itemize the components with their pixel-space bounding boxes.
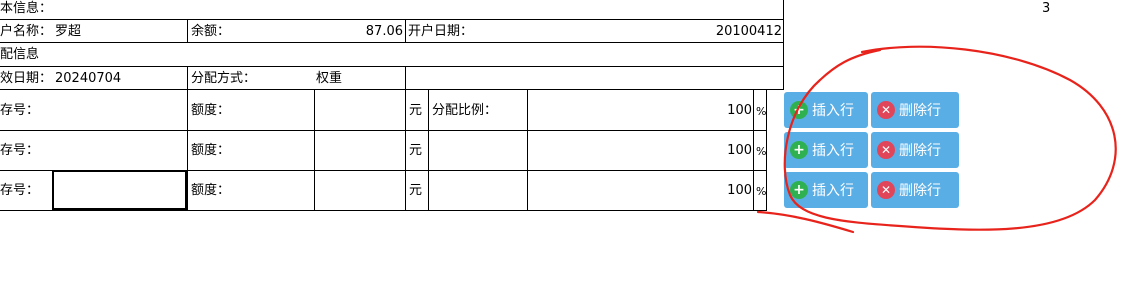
red-annotation-circle bbox=[756, 45, 1117, 234]
